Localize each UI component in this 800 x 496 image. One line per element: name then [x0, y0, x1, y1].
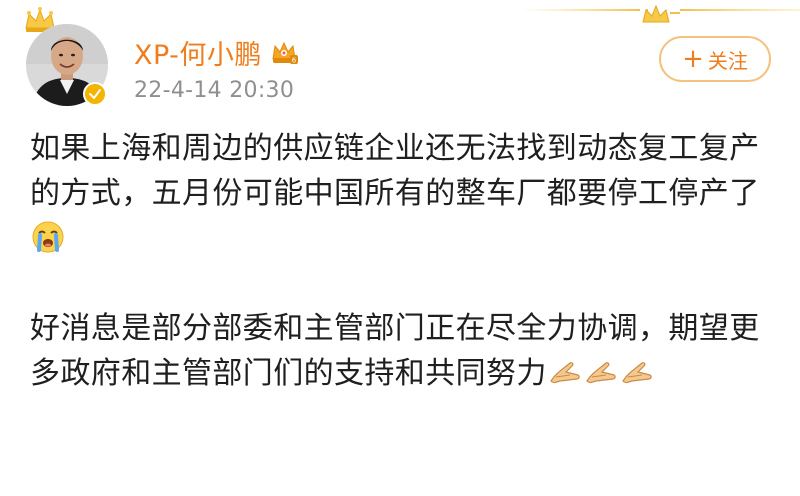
plus-icon: + — [682, 44, 704, 74]
post-paragraph-1: 如果上海和周边的供应链企业还无法找到动态复工复产的方式，五月份可能中国所有的整车… — [30, 126, 770, 261]
pray-hands-icon — [622, 362, 652, 384]
follow-button[interactable]: + 关注 — [659, 36, 771, 82]
gold-line-decoration-icon — [520, 4, 800, 23]
pray-hands-icon — [586, 362, 616, 384]
follow-button-label: 关注 — [707, 48, 748, 73]
vip-crown-icon[interactable]: 6 — [270, 39, 298, 65]
post-paragraph-2: 好消息是部分部委和主管部门正在尽全力协调，期望更多政府和主管部门们的支持和共同努… — [30, 306, 770, 396]
weibo-post-card: XP-何小鹏 6 22-4-14 20:30 + 关注 如果上海和周边的供应链企… — [0, 0, 800, 496]
svg-text:6: 6 — [292, 57, 297, 65]
paragraph-text: 如果上海和周边的供应链企业还无法找到动态复工复产的方式，五月份可能中国所有的整车… — [30, 131, 760, 211]
crying-face-icon — [32, 221, 64, 253]
post-content: 如果上海和周边的供应链企业还无法找到动态复工复产的方式，五月份可能中国所有的整车… — [30, 126, 770, 396]
post-timestamp: 22-4-14 20:30 — [134, 78, 295, 103]
author-name[interactable]: XP-何小鹏 — [134, 33, 262, 72]
author-row: XP-何小鹏 6 — [134, 33, 298, 72]
verified-badge-icon — [83, 82, 107, 106]
pray-hands-icon — [550, 362, 580, 384]
